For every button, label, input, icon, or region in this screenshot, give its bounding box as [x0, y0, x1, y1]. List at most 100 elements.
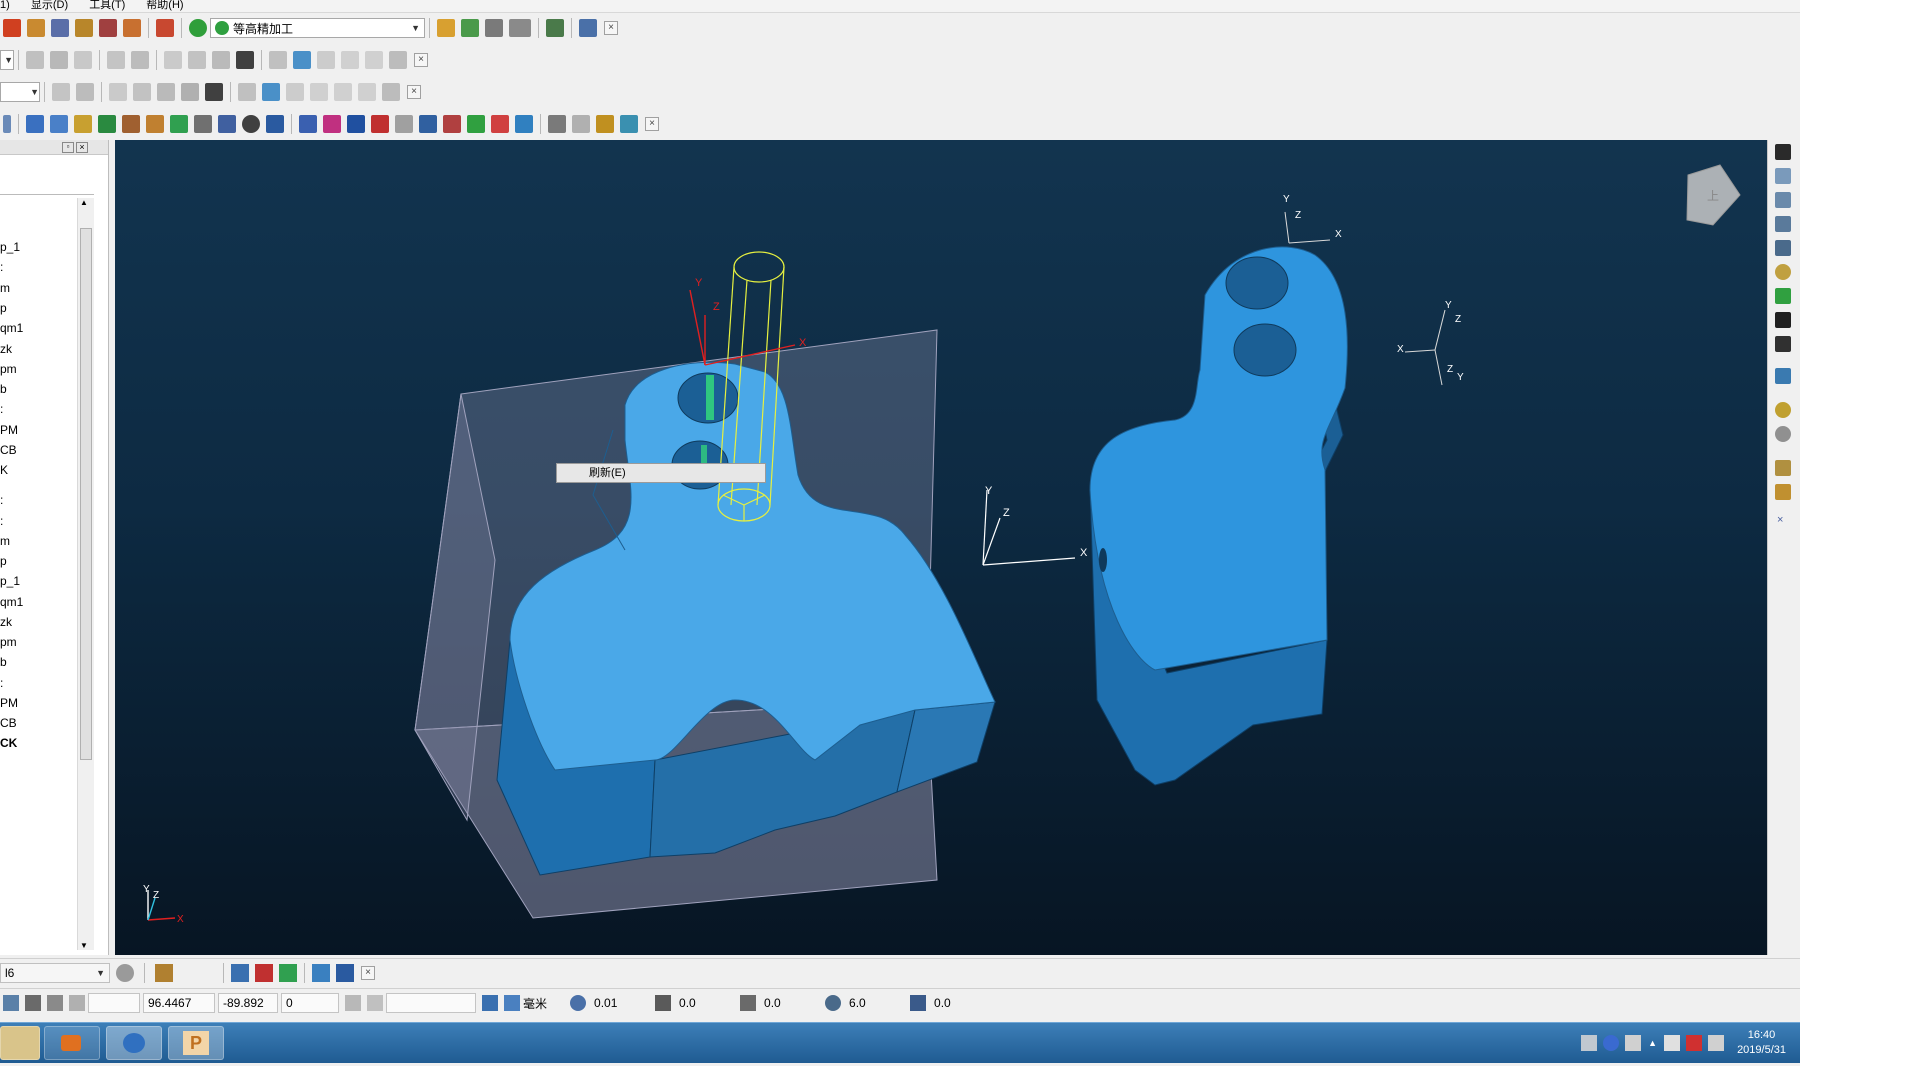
help-icon[interactable] [1603, 1035, 1620, 1051]
tolerance-field[interactable]: 0.01 [589, 993, 649, 1013]
material-icon[interactable] [170, 115, 188, 133]
boundary-edit-icon[interactable] [255, 964, 273, 982]
hand-icon[interactable] [620, 115, 638, 133]
redo-icon[interactable] [365, 51, 383, 69]
select-mode-icon[interactable] [25, 995, 41, 1011]
clock[interactable]: 16:40 2019/5/31 [1737, 1028, 1786, 1058]
tool-icon[interactable] [75, 19, 93, 37]
lasso-icon[interactable] [109, 83, 127, 101]
scroll-down-icon[interactable]: ▼ [80, 941, 88, 950]
fit-view-icon[interactable] [1775, 336, 1791, 352]
snap-icon[interactable] [3, 995, 19, 1011]
fit-icon[interactable] [546, 19, 564, 37]
machine-sim-icon[interactable] [155, 964, 173, 982]
scroll-thumb[interactable] [80, 228, 92, 760]
network-icon[interactable] [1625, 1035, 1642, 1051]
view-top-icon[interactable] [1775, 168, 1791, 184]
volume-icon[interactable] [1708, 1035, 1725, 1051]
thickness-icon[interactable] [443, 115, 461, 133]
reorient-icon[interactable] [26, 115, 44, 133]
view-side-icon[interactable] [1775, 216, 1791, 232]
magnet-icon[interactable] [596, 115, 614, 133]
frame-icon[interactable] [205, 83, 223, 101]
keyboard-icon[interactable] [1581, 1035, 1598, 1051]
wireframe-icon[interactable] [98, 115, 116, 133]
hole-icon[interactable] [371, 115, 389, 133]
tree-item[interactable]: p_1 [0, 240, 20, 254]
transform-icon[interactable] [238, 83, 256, 101]
normal-icon[interactable] [395, 115, 413, 133]
open-icon[interactable] [52, 83, 70, 101]
close-icon[interactable]: × [604, 21, 618, 35]
units-icon[interactable] [504, 995, 520, 1011]
check-icon[interactable] [310, 83, 328, 101]
pattern-icon[interactable] [51, 19, 69, 37]
strategy-icon[interactable] [3, 19, 21, 37]
chevron-down-icon[interactable]: ▼ [4, 55, 13, 65]
select-icon[interactable] [26, 51, 44, 69]
toolpath-combo[interactable]: 等高精加工 ▼ [210, 18, 425, 38]
flag-icon[interactable] [1664, 1035, 1681, 1051]
undo-icon[interactable] [341, 51, 359, 69]
tree-item[interactable]: : [0, 676, 3, 690]
tree-item[interactable]: : [0, 402, 3, 416]
tree-item[interactable]: b [0, 655, 7, 669]
tree-item[interactable]: p [0, 554, 7, 568]
tree-item[interactable]: PM [0, 696, 18, 710]
tree-item[interactable]: pm [0, 362, 17, 376]
save-icon[interactable] [131, 51, 149, 69]
close-icon[interactable]: × [407, 85, 421, 99]
calculator-icon[interactable] [345, 995, 361, 1011]
copy-icon[interactable] [218, 115, 236, 133]
calculator-icon[interactable] [485, 19, 503, 37]
solid-icon[interactable] [181, 83, 199, 101]
restore-icon[interactable]: ▫ [62, 142, 74, 153]
menu-item-help[interactable]: 帮助(H) [146, 0, 183, 11]
view-mode-icon[interactable] [299, 115, 317, 133]
shaded-mode-icon[interactable] [323, 115, 341, 133]
simulate-icon[interactable] [461, 19, 479, 37]
measure-icon[interactable] [242, 115, 260, 133]
tree-item[interactable]: m [0, 534, 10, 548]
tree-item[interactable]: p_1 [0, 574, 20, 588]
tray-expand-icon[interactable]: ▲ [1648, 1038, 1657, 1048]
spin-icon[interactable] [50, 115, 68, 133]
ruler-icon[interactable] [367, 995, 383, 1011]
align-icon[interactable] [74, 51, 92, 69]
scroll-up-icon[interactable]: ▲ [80, 198, 88, 207]
undercut-icon[interactable] [146, 115, 164, 133]
toolbar-edit-combo[interactable]: ▼ [0, 50, 14, 70]
tree-item[interactable]: pm [0, 635, 17, 649]
delete-icon[interactable] [382, 83, 400, 101]
draft-icon[interactable] [122, 115, 140, 133]
axial-thickness-field[interactable]: 0.0 [759, 993, 819, 1013]
rotate-icon[interactable] [286, 83, 304, 101]
solid-icon[interactable] [212, 51, 230, 69]
shade-icon[interactable] [74, 115, 92, 133]
table-icon[interactable] [194, 115, 212, 133]
media-player-taskbar-button[interactable] [44, 1026, 100, 1060]
shaded-icon[interactable] [1775, 368, 1791, 384]
frame-icon[interactable] [236, 51, 254, 69]
surface-icon[interactable] [157, 83, 175, 101]
grid-icon[interactable] [69, 995, 85, 1011]
points-icon[interactable] [99, 19, 117, 37]
menu-item-display[interactable]: 显示(D) [31, 0, 68, 11]
toolpath-icon[interactable] [189, 19, 207, 37]
save-icon[interactable] [76, 83, 94, 101]
layers-icon[interactable] [47, 995, 63, 1011]
zoom-box-icon[interactable] [1775, 312, 1791, 328]
holder-icon[interactable] [123, 19, 141, 37]
stock-icon[interactable] [467, 115, 485, 133]
select-box-icon[interactable] [133, 83, 151, 101]
close-icon[interactable]: × [361, 966, 375, 980]
close-icon[interactable]: × [645, 117, 659, 131]
tree-item[interactable]: PM [0, 423, 18, 437]
surface-icon[interactable] [188, 51, 206, 69]
chevron-down-icon[interactable]: ▼ [411, 23, 420, 33]
boundary-icon[interactable] [27, 19, 45, 37]
tree-item[interactable]: zk [0, 342, 12, 356]
tree-item[interactable]: m [0, 281, 10, 295]
iso-view-icon[interactable] [1775, 144, 1791, 160]
tree-item[interactable]: : [0, 260, 3, 274]
